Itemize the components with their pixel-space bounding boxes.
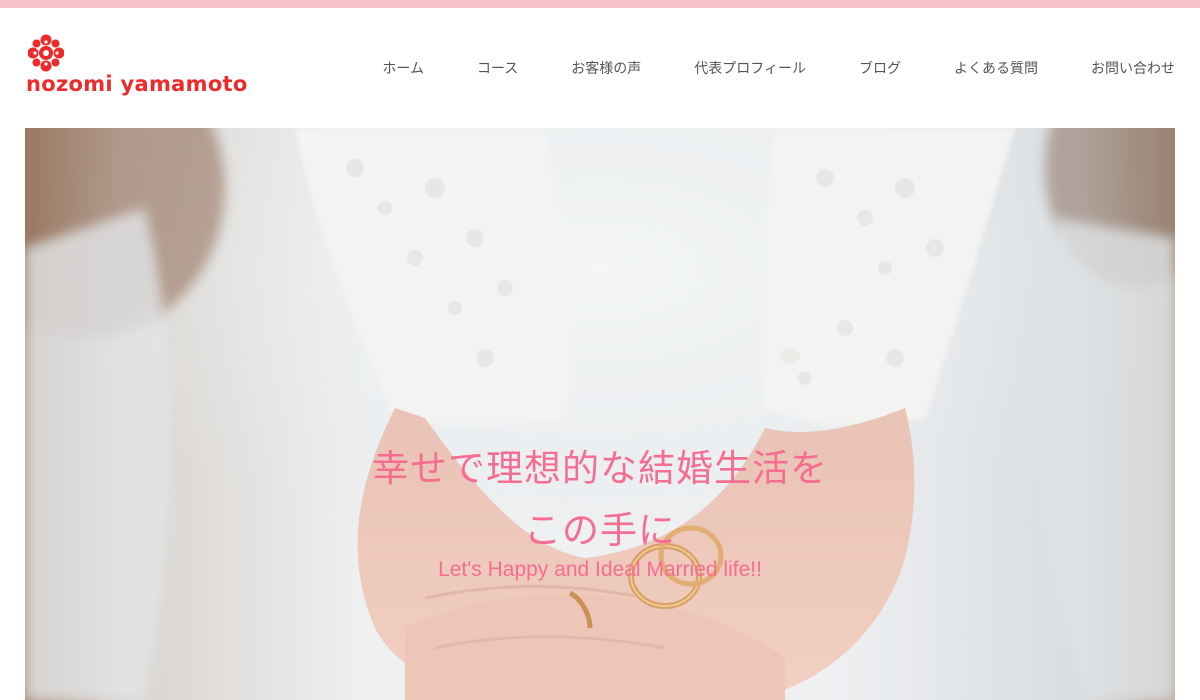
nav-item-faq[interactable]: よくある質問: [954, 58, 1038, 78]
top-accent-stripe: [0, 0, 1200, 8]
logo-wordmark: nozomi yamamoto: [26, 72, 248, 96]
nav-item-home[interactable]: ホーム: [382, 58, 424, 78]
site-logo[interactable]: nozomi yamamoto: [26, 34, 266, 104]
nav-item-profile[interactable]: 代表プロフィール: [694, 58, 806, 78]
hero-headline-line2: この手に: [524, 509, 676, 552]
nav-item-course[interactable]: コース: [477, 58, 518, 78]
nav-item-blog[interactable]: ブログ: [859, 58, 901, 78]
hero-section: 幸せで理想的な結婚生活を この手に Let's Happy and Ideal …: [25, 128, 1175, 700]
hero-headline-line1: 幸せで理想的な結婚生活を: [372, 447, 828, 490]
main-nav: ホーム コース お客様の声 代表プロフィール ブログ よくある質問 お問い合わせ: [382, 58, 1175, 78]
hero-subheadline: Let's Happy and Ideal Married life!!: [438, 558, 762, 581]
nav-item-contact[interactable]: お問い合わせ: [1091, 58, 1175, 78]
hero-text-overlay: 幸せで理想的な結婚生活を この手に Let's Happy and Ideal …: [25, 128, 1175, 700]
site-header: nozomi yamamoto ホーム コース お客様の声 代表プロフィール ブ…: [0, 8, 1200, 128]
nav-item-testimonials[interactable]: お客様の声: [571, 58, 641, 78]
flower-icon: [28, 34, 64, 72]
